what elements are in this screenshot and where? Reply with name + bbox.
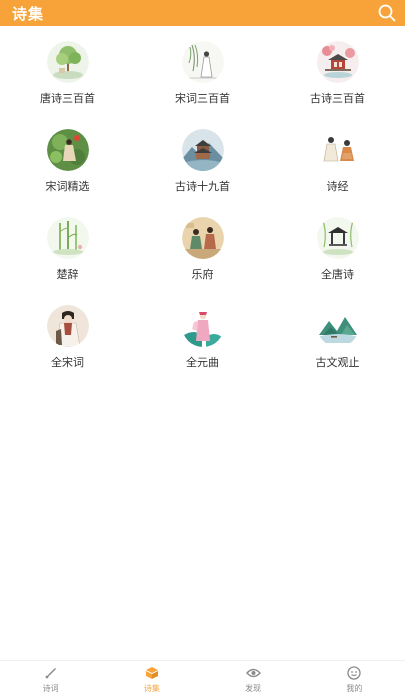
collection-item-quan-yuanqu[interactable]: 全元曲	[135, 290, 270, 378]
collection-item-gushi-300[interactable]: 古诗三百首	[270, 26, 405, 114]
collection-item-chuci[interactable]: 楚辞	[0, 202, 135, 290]
nav-tab-me[interactable]: 我的	[304, 661, 405, 697]
lady-portrait-icon	[46, 305, 89, 347]
opera-figure-icon	[181, 305, 224, 347]
collection-item-quan-songci[interactable]: 全宋词	[0, 290, 135, 378]
nav-tab-collections[interactable]: 诗集	[101, 661, 202, 697]
page-title: 诗集	[12, 4, 45, 23]
collection-label: 古诗十九首	[175, 180, 230, 193]
collection-grid: 唐诗三百首 宋词三百首 古诗三百首 宋词精选 古诗十九首 诗经 楚辞 乐府 全唐…	[0, 26, 405, 378]
search-icon[interactable]	[377, 3, 397, 23]
collection-item-yuefu[interactable]: 乐府	[135, 202, 270, 290]
nav-tab-discover[interactable]: 发现	[203, 661, 304, 697]
pavilion-willow-icon	[316, 217, 359, 259]
collection-label: 古文观止	[315, 356, 360, 369]
pagoda-mountain-icon	[181, 129, 224, 171]
collection-label: 古诗三百首	[310, 92, 365, 105]
nav-label: 发现	[245, 683, 262, 693]
nav-label: 诗词	[42, 683, 59, 693]
collection-item-songci-selected[interactable]: 宋词精选	[0, 114, 135, 202]
collection-label: 楚辞	[56, 268, 79, 281]
willow-scholar-icon	[181, 41, 224, 83]
nav-label: 诗集	[143, 683, 160, 693]
nav-tab-poems[interactable]: 诗词	[0, 661, 101, 697]
courtyard-figures-icon	[181, 217, 224, 259]
collection-label: 全元曲	[186, 356, 219, 369]
app-header: 诗集	[0, 0, 405, 26]
pavilion-blossom-icon	[316, 41, 359, 83]
collection-item-gushi-19[interactable]: 古诗十九首	[135, 114, 270, 202]
two-figures-icon	[316, 129, 359, 171]
collection-item-songci-300[interactable]: 宋词三百首	[135, 26, 270, 114]
nav-label: 我的	[346, 683, 363, 693]
collection-label: 全唐诗	[321, 268, 354, 281]
eye-icon	[245, 665, 261, 681]
bamboo-icon	[46, 217, 89, 259]
collection-label: 诗经	[326, 180, 349, 193]
collection-label: 全宋词	[51, 356, 84, 369]
collection-item-guwen-guanzhi[interactable]: 古文观止	[270, 290, 405, 378]
collection-label: 宋词精选	[45, 180, 90, 193]
brush-icon	[43, 665, 59, 681]
collection-item-shijing[interactable]: 诗经	[270, 114, 405, 202]
landscape-tree-icon	[46, 41, 89, 83]
collection-label: 宋词三百首	[175, 92, 230, 105]
collection-item-tangshi-300[interactable]: 唐诗三百首	[0, 26, 135, 114]
green-mountains-icon	[316, 305, 359, 347]
bottom-nav: 诗词 诗集 发现 我的	[0, 660, 405, 697]
book-icon	[144, 665, 160, 681]
smiley-icon	[346, 665, 362, 681]
collection-label: 唐诗三百首	[40, 92, 95, 105]
collection-item-quan-tangshi[interactable]: 全唐诗	[270, 202, 405, 290]
collection-label: 乐府	[191, 268, 214, 281]
scholar-garden-icon	[46, 129, 89, 171]
